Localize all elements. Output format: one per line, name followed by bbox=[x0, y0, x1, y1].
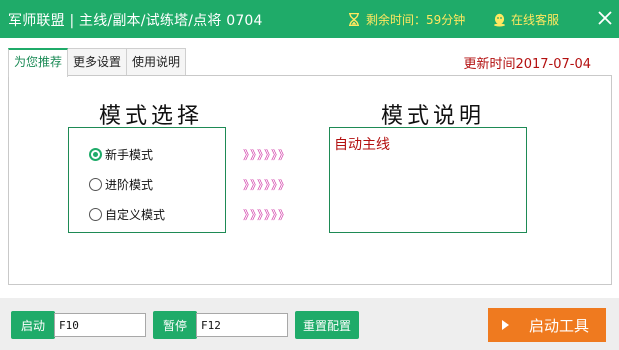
radio-checked-icon[interactable] bbox=[89, 147, 102, 161]
mode-select-heading: 模式选择 bbox=[99, 104, 204, 129]
close-icon[interactable] bbox=[595, 8, 615, 28]
online-support-label: 在线客服 bbox=[511, 13, 560, 27]
online-support-link[interactable]: 在线客服 bbox=[493, 11, 559, 28]
start-tool-button[interactable]: 启动工具 bbox=[488, 308, 606, 342]
tab-more-settings[interactable]: 更多设置 bbox=[67, 48, 128, 75]
tab-strip: 为您推荐 更多设置 使用说明 bbox=[8, 48, 187, 77]
tab-recommend[interactable]: 为您推荐 bbox=[8, 48, 69, 77]
start-tool-label: 启动工具 bbox=[529, 316, 590, 335]
mode-desc-heading: 模式说明 bbox=[381, 104, 486, 129]
mode-desc-box: 自动主线 bbox=[329, 127, 527, 233]
pause-hotkey-input[interactable]: F12 bbox=[196, 313, 288, 337]
time-remaining: 剩余时间：59分钟 bbox=[348, 11, 465, 28]
start-hotkey-label: 启动 bbox=[11, 311, 55, 339]
tab-instructions[interactable]: 使用说明 bbox=[126, 48, 187, 75]
main-panel: 模式选择 模式说明 新手模式 进阶模式 自定义模式 》》》》》》 》》》》》》 … bbox=[8, 75, 612, 285]
mode-option-label: 进阶模式 bbox=[105, 177, 154, 192]
mode-select-box: 新手模式 进阶模式 自定义模式 bbox=[68, 127, 226, 233]
app-title: 军师联盟 | 主线/副本/试练塔/点将 0704 bbox=[8, 13, 263, 29]
radio-icon[interactable] bbox=[89, 177, 102, 191]
update-time: 更新时间2017-07-04 bbox=[463, 57, 591, 72]
mode-option-advanced[interactable]: 进阶模式 bbox=[89, 175, 153, 193]
arrow-indicator: 》》》》》》 bbox=[243, 208, 292, 222]
mode-desc-text: 自动主线 bbox=[334, 137, 390, 153]
play-icon bbox=[502, 320, 509, 330]
arrow-indicator: 》》》》》》 bbox=[243, 148, 292, 162]
time-remaining-text: 剩余时间：59分钟 bbox=[366, 13, 466, 27]
mode-option-beginner[interactable]: 新手模式 bbox=[89, 145, 153, 163]
start-hotkey-input[interactable]: F10 bbox=[54, 313, 146, 337]
mode-option-label: 自定义模式 bbox=[105, 207, 166, 222]
mode-option-label: 新手模式 bbox=[105, 147, 154, 162]
radio-icon[interactable] bbox=[89, 207, 102, 221]
pause-hotkey-label: 暂停 bbox=[153, 311, 197, 339]
hourglass-icon bbox=[349, 13, 359, 26]
arrow-indicator: 》》》》》》 bbox=[243, 178, 292, 192]
reset-config-button[interactable]: 重置配置 bbox=[295, 311, 359, 339]
title-bar: 军师联盟 | 主线/副本/试练塔/点将 0704 剩余时间：59分钟 在线客服 bbox=[0, 0, 619, 38]
penguin-icon bbox=[494, 13, 505, 26]
mode-option-custom[interactable]: 自定义模式 bbox=[89, 205, 165, 223]
